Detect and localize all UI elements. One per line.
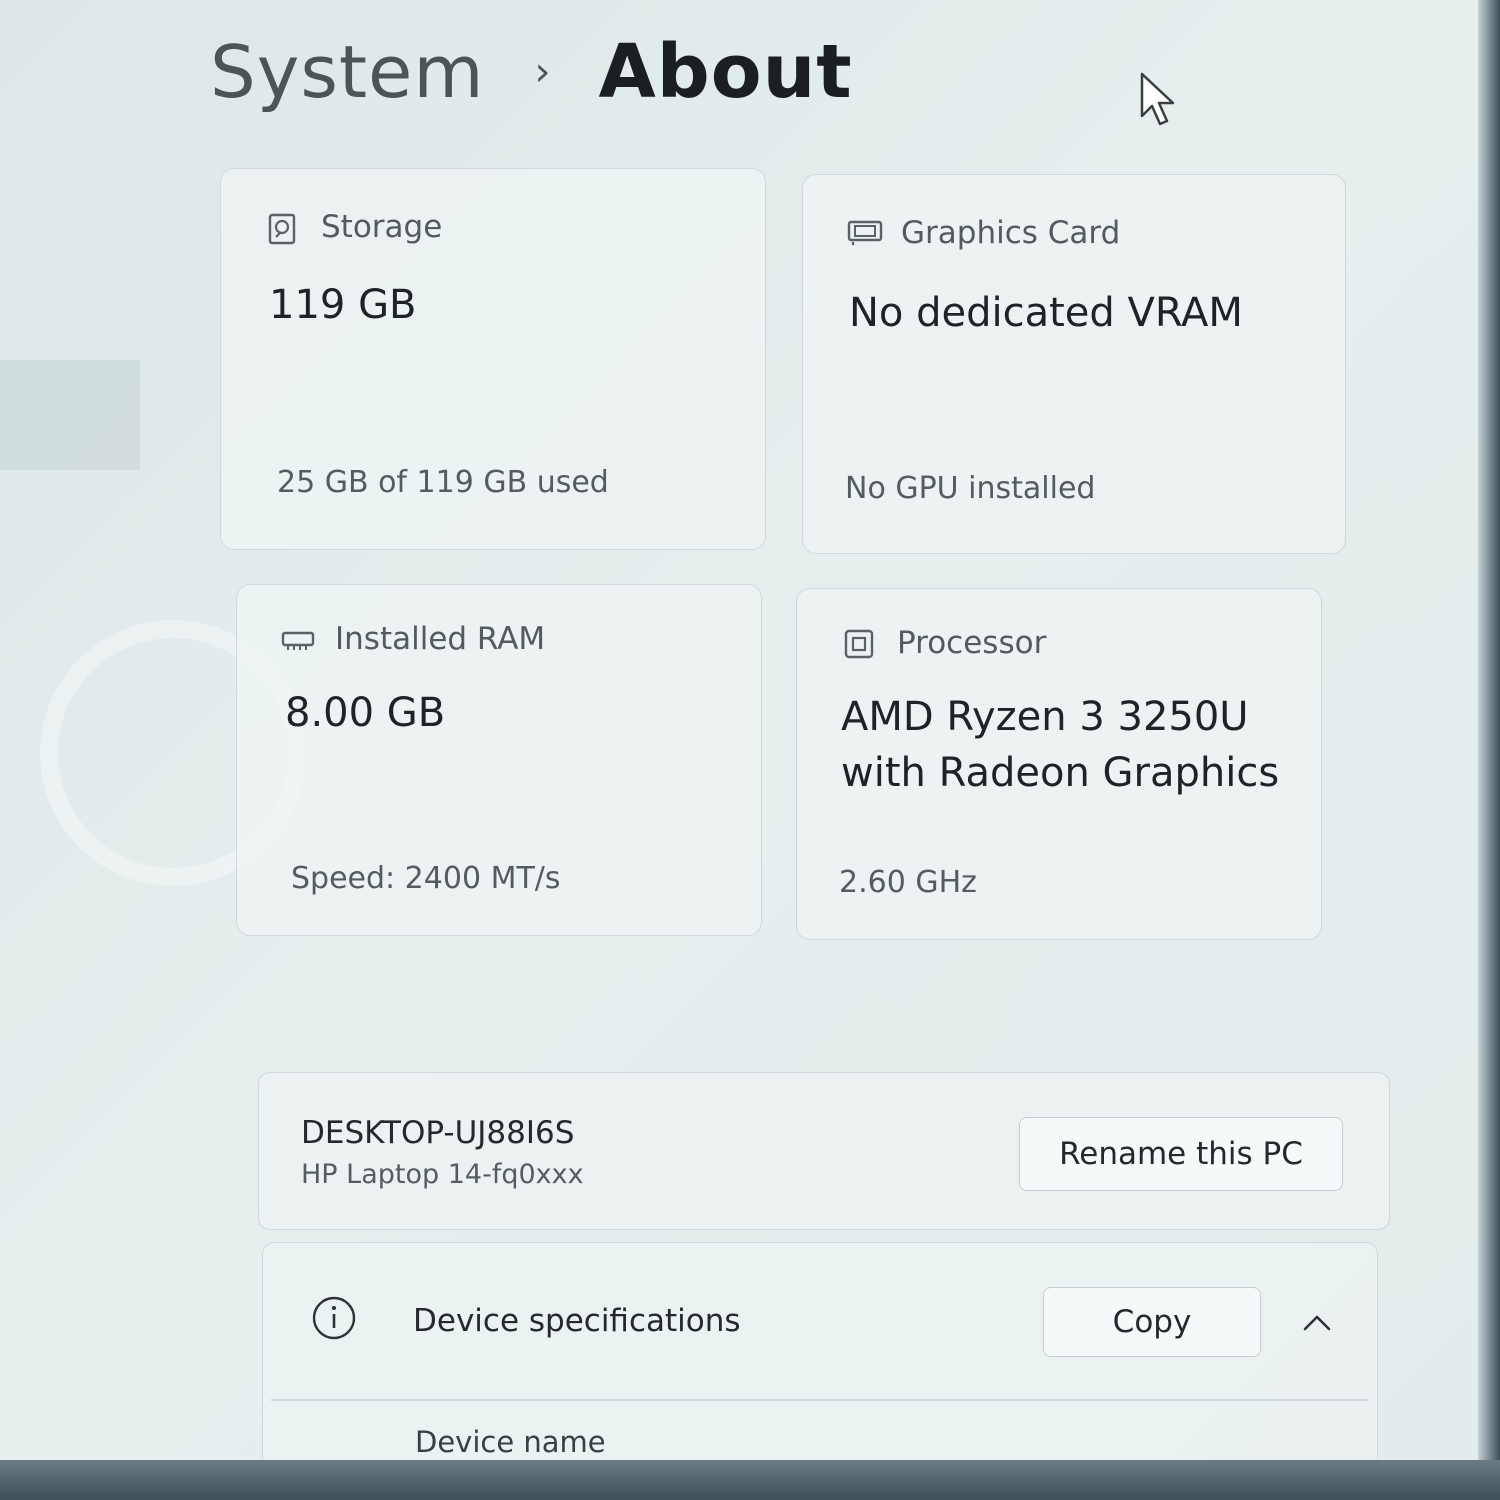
chevron-up-icon[interactable] (1297, 1307, 1337, 1337)
ram-value: 8.00 GB (285, 690, 446, 736)
breadcrumb-separator-icon: › (534, 49, 551, 95)
processor-speed: 2.60 GHz (839, 865, 977, 900)
storage-value: 119 GB (269, 282, 417, 328)
mouse-pointer-icon (1140, 72, 1178, 132)
device-specifications-title[interactable]: Device specifications (413, 1303, 741, 1339)
graphics-value: No dedicated VRAM (849, 290, 1243, 336)
copy-button[interactable]: Copy (1043, 1287, 1261, 1357)
section-divider (271, 1399, 1369, 1401)
storage-usage: 25 GB of 119 GB used (277, 465, 609, 500)
ram-speed: Speed: 2400 MT/s (291, 861, 561, 896)
page-title: About (598, 29, 853, 115)
monitor-bezel-right (1478, 0, 1500, 1500)
installed-ram-card: Installed RAM 8.00 GB Speed: 2400 MT/s (236, 584, 762, 936)
breadcrumb: System › About (210, 22, 853, 122)
device-name-card: DESKTOP-UJ88I6S HP Laptop 14-fq0xxx Rena… (258, 1072, 1390, 1230)
processor-value: AMD Ryzen 3 3250U with Radeon Graphics (841, 689, 1279, 801)
processor-model: AMD Ryzen 3 3250U (841, 694, 1249, 740)
hard-drive-icon (267, 212, 297, 245)
storage-card: Storage 119 GB 25 GB of 119 GB used (220, 168, 766, 550)
rename-pc-button[interactable]: Rename this PC (1019, 1117, 1343, 1191)
graphics-status: No GPU installed (845, 471, 1096, 506)
processor-model-suffix: with Radeon Graphics (841, 750, 1280, 796)
memory-icon (281, 624, 315, 654)
background-shape (0, 360, 140, 470)
settings-window: System › About Storage 119 GB 25 GB of 1… (0, 0, 1478, 1460)
graphics-label: Graphics Card (901, 215, 1121, 251)
breadcrumb-system-link[interactable]: System (210, 30, 485, 114)
processor-icon (843, 628, 874, 659)
ram-header: Installed RAM (281, 621, 545, 657)
device-model: HP Laptop 14-fq0xxx (301, 1159, 584, 1190)
storage-header: Storage (267, 209, 442, 245)
ram-label: Installed RAM (335, 621, 546, 657)
monitor-bezel-bottom (0, 1460, 1500, 1500)
graphics-header: Graphics Card (847, 215, 1120, 251)
graphics-card-card: Graphics Card No dedicated VRAM No GPU i… (802, 174, 1346, 554)
info-icon (311, 1295, 357, 1345)
device-name: DESKTOP-UJ88I6S (301, 1115, 575, 1151)
spec-row-device-name-label: Device name (415, 1425, 606, 1459)
storage-label: Storage (321, 209, 443, 245)
processor-label: Processor (897, 625, 1047, 661)
processor-card: Processor AMD Ryzen 3 3250U with Radeon … (796, 588, 1322, 940)
processor-header: Processor (843, 625, 1046, 661)
device-specifications-section: Device specifications Copy Device name (262, 1242, 1378, 1460)
graphics-card-icon (847, 218, 883, 248)
